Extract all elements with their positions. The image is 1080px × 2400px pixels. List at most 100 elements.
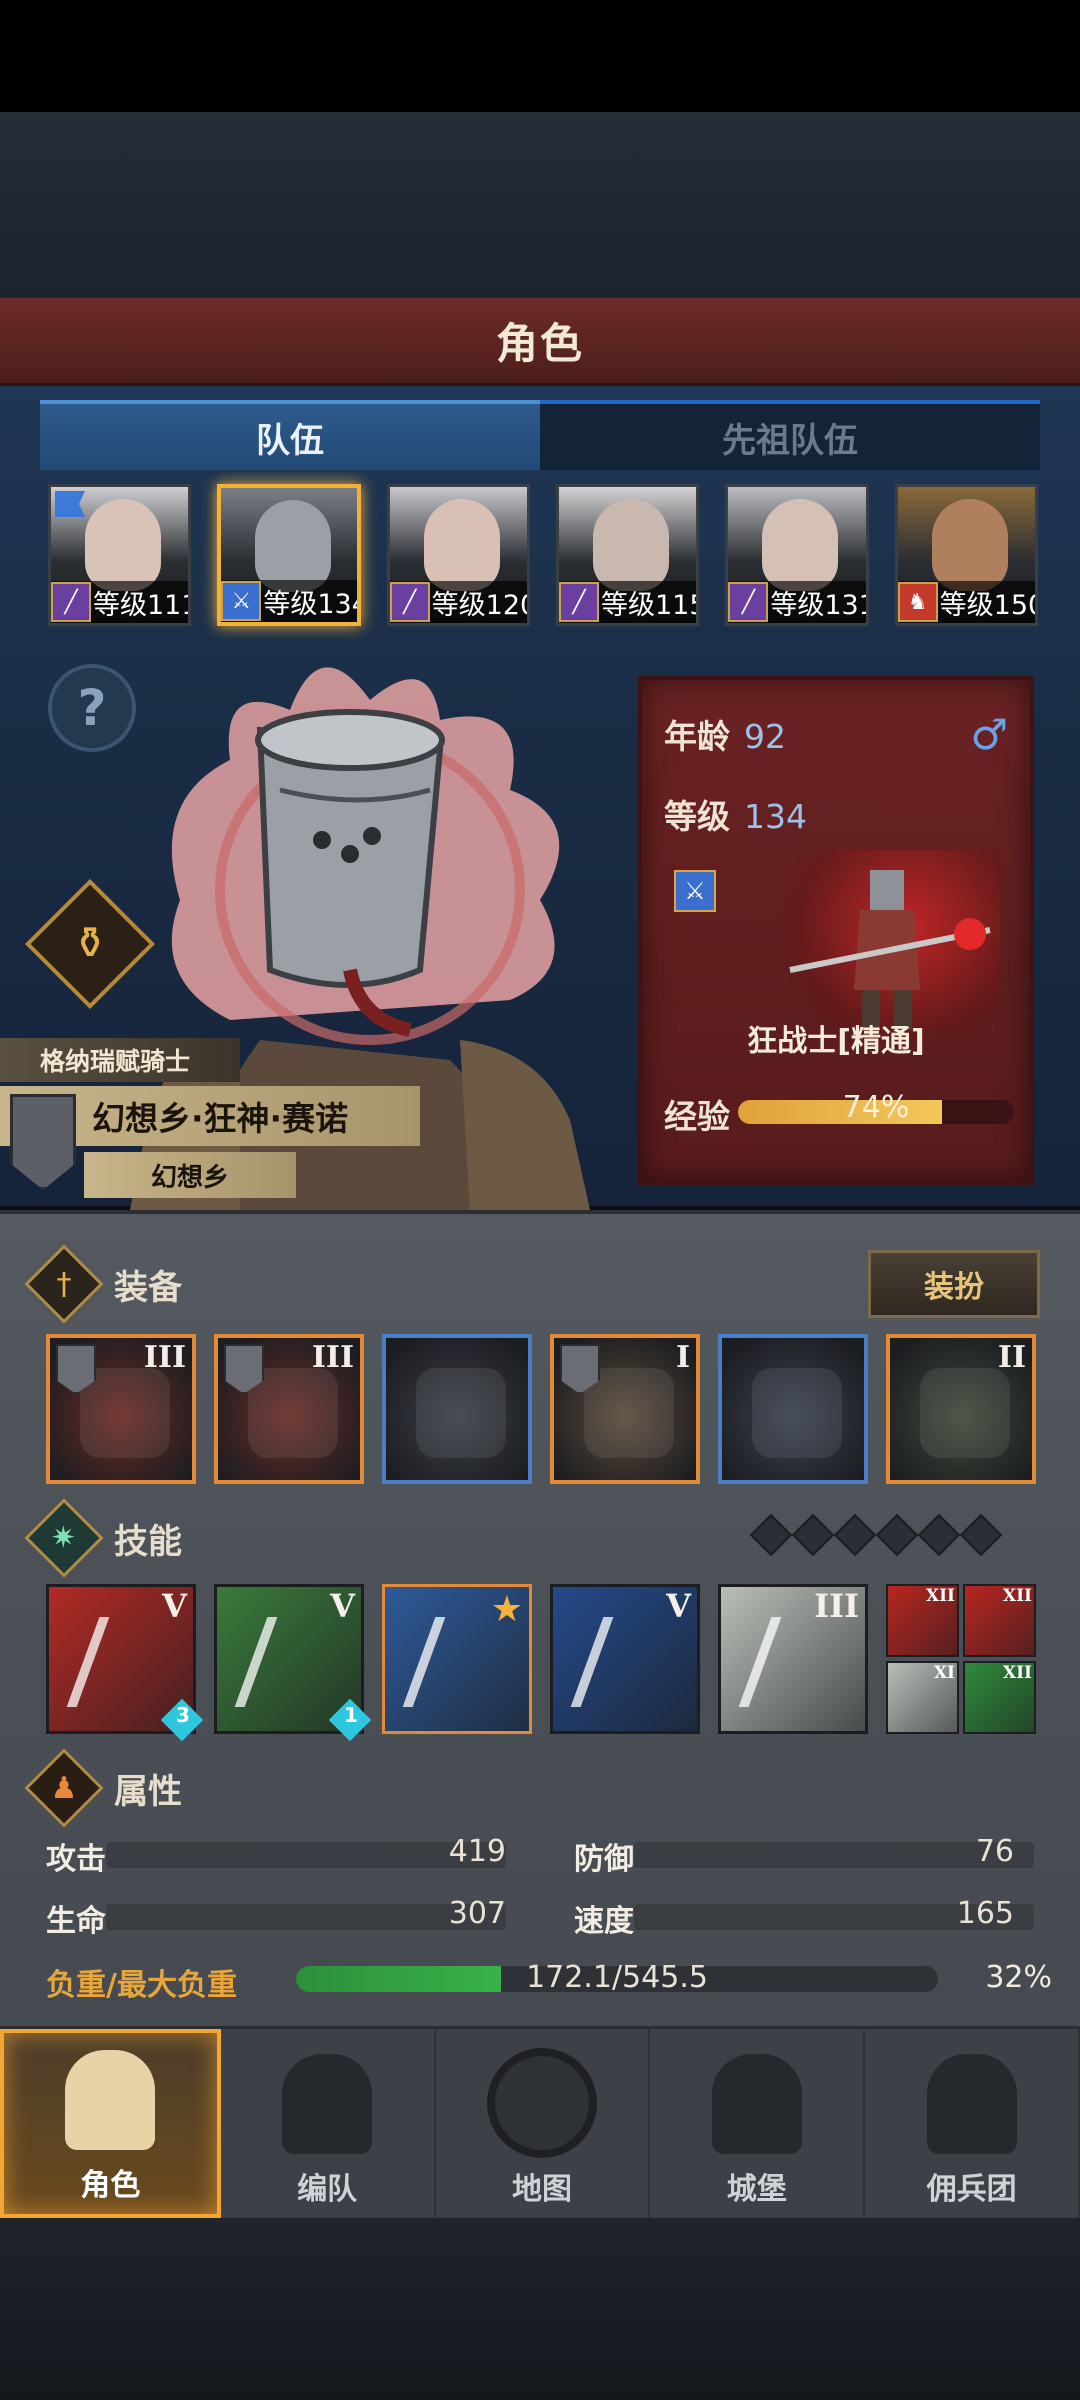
equipment-slot-armor[interactable]: I	[550, 1334, 700, 1484]
skill-4[interactable]: V	[550, 1584, 700, 1734]
staff-icon: ╱	[559, 582, 599, 622]
equipment-slot-boots[interactable]	[718, 1334, 868, 1484]
attributes-header: ♟ 属性	[24, 1748, 1046, 1828]
load-label: 负重/最大负重	[46, 1968, 237, 2003]
equipment-slot-accessory[interactable]: II	[886, 1334, 1036, 1484]
member-level-text: 等级134	[263, 588, 361, 620]
staff-icon: ╱	[389, 582, 430, 622]
knight-icon	[65, 2050, 156, 2150]
attribute-section-icon: ♟	[24, 1748, 104, 1828]
character-info-card: 年龄 92 ♂ 等级 134 ⚔ 狂战士[精通] 经验 74%	[638, 676, 1034, 1186]
passive-tier: XII	[1002, 1586, 1032, 1606]
skill-tier: V	[162, 1587, 187, 1625]
nav-formation[interactable]: 编队	[221, 2029, 436, 2218]
skill-slot-dot	[833, 1513, 877, 1557]
star-icon: ★	[490, 1589, 523, 1630]
party-member-3[interactable]: ╱ 等级120	[386, 484, 530, 626]
helmet-icon	[416, 1368, 506, 1458]
passive-skill-4[interactable]: XII	[963, 1661, 1036, 1734]
tab-ancestor-team[interactable]: 先祖队伍	[540, 400, 1040, 470]
skill-slot-dot	[749, 1513, 793, 1557]
age-row: 年龄 92	[664, 710, 786, 758]
skill-5[interactable]: III	[718, 1584, 868, 1734]
skill-2-icon	[234, 1617, 348, 1707]
sword-class-icon: ⚔	[674, 870, 716, 912]
status-bar	[0, 0, 1080, 112]
member-level: ╱ 等级120	[389, 581, 527, 623]
party-member-1[interactable]: ╱ 等级111	[48, 484, 192, 626]
skill-3[interactable]: ★	[382, 1584, 532, 1734]
passive-skill-1[interactable]: XII	[886, 1584, 959, 1657]
passive-skill-3[interactable]: XI	[886, 1661, 959, 1734]
outfit-button[interactable]: 装扮	[868, 1250, 1040, 1318]
boots-icon	[752, 1368, 842, 1458]
member-level: ╱ 等级111	[51, 581, 192, 623]
party-member-5[interactable]: ╱ 等级131	[725, 484, 869, 626]
accessory-icon	[920, 1368, 1010, 1458]
skill-slot-dot	[875, 1513, 919, 1557]
passive-tier: XII	[1002, 1663, 1032, 1683]
class-name: 狂战士[精通]	[747, 1024, 925, 1059]
nav-knight[interactable]: 角色	[0, 2029, 221, 2218]
nav-mercenary[interactable]: 佣兵团	[865, 2029, 1080, 2218]
portrait-face	[762, 499, 839, 591]
speed-value: 165	[956, 1896, 1014, 1931]
skill-slot-dot	[791, 1513, 835, 1557]
team-tabs: 队伍 先祖队伍	[40, 400, 1040, 470]
gem-count: 3	[176, 1703, 190, 1727]
title-bar: 角色	[0, 298, 1080, 386]
party-member-4[interactable]: ╱ 等级115	[556, 484, 700, 626]
load-percent: 32%	[985, 1960, 1052, 1995]
tab-team[interactable]: 队伍	[40, 400, 540, 470]
attributes-title: 属性	[114, 1771, 182, 1812]
skill-1-icon	[66, 1617, 180, 1707]
nav-label: 佣兵团	[926, 2172, 1017, 2207]
level-label: 等级	[664, 797, 730, 836]
beast-icon: ♞	[897, 582, 938, 622]
nav-label: 城堡	[726, 2172, 787, 2207]
equipment-slot-helmet[interactable]	[382, 1334, 532, 1484]
mercenary-icon	[926, 2054, 1017, 2154]
passive-tier: XII	[925, 1586, 955, 1606]
member-level-text: 等级111	[93, 589, 192, 621]
stat-attack: 攻击 419	[46, 1834, 506, 1877]
nav-label: 编队	[297, 2172, 358, 2207]
passive-skill-2[interactable]: XII	[963, 1584, 1036, 1657]
stat-speed: 速度 165	[574, 1896, 1034, 1939]
party-member-6[interactable]: ♞ 等级150	[894, 484, 1038, 626]
portrait-face	[931, 499, 1008, 591]
male-icon: ♂	[970, 710, 1008, 759]
party-member-2[interactable]: ⚔ 等级134	[217, 484, 361, 626]
portrait-face	[593, 499, 669, 591]
character-screen: 角色 队伍 先祖队伍 ╱ 等级111 ⚔ 等级134 ╱ 等级120 ╱ 等级115 ╱ 等级13…	[0, 0, 1080, 2400]
skill-1[interactable]: V3	[46, 1584, 204, 1742]
bottom-navigation: 角色 编队 地图 城堡 佣兵团	[0, 2026, 1080, 2218]
load-value: 172.1/545.5	[526, 1960, 708, 1995]
member-level-text: 等级131	[770, 589, 869, 621]
page-title: 角色	[495, 319, 584, 368]
equipment-tier: I	[675, 1340, 690, 1375]
equipment-slot-weapon-2[interactable]: III	[214, 1334, 364, 1484]
equipment-tier: II	[997, 1340, 1026, 1375]
question-icon: ?	[77, 679, 107, 737]
nav-label: 角色	[80, 2168, 141, 2203]
castle-icon	[711, 2054, 802, 2154]
equipment-slot-weapon-1[interactable]: III	[46, 1334, 196, 1484]
nav-compass[interactable]: 地图	[436, 2029, 651, 2218]
gem-count: 1	[344, 1703, 358, 1727]
member-level-text: 等级150	[939, 589, 1038, 621]
hero-faction: 幻想乡	[84, 1152, 296, 1198]
age-label: 年龄	[664, 717, 730, 756]
leader-flag-icon	[55, 491, 85, 517]
skill-4-icon	[570, 1617, 684, 1707]
equipment-tier: III	[143, 1340, 186, 1375]
skill-slots: V 3 V 1 ★ V III XII XII XI XII	[46, 1584, 1040, 1742]
nav-castle[interactable]: 城堡	[650, 2029, 866, 2218]
skill-2[interactable]: V1	[214, 1584, 372, 1742]
berserker-icon	[789, 870, 991, 1030]
attack-label: 攻击	[46, 1842, 106, 1877]
berserker-figure	[770, 850, 1000, 1040]
nav-label: 地图	[511, 2172, 572, 2207]
skill-slot-indicators	[749, 1513, 1003, 1557]
skill-5-icon	[738, 1617, 852, 1707]
